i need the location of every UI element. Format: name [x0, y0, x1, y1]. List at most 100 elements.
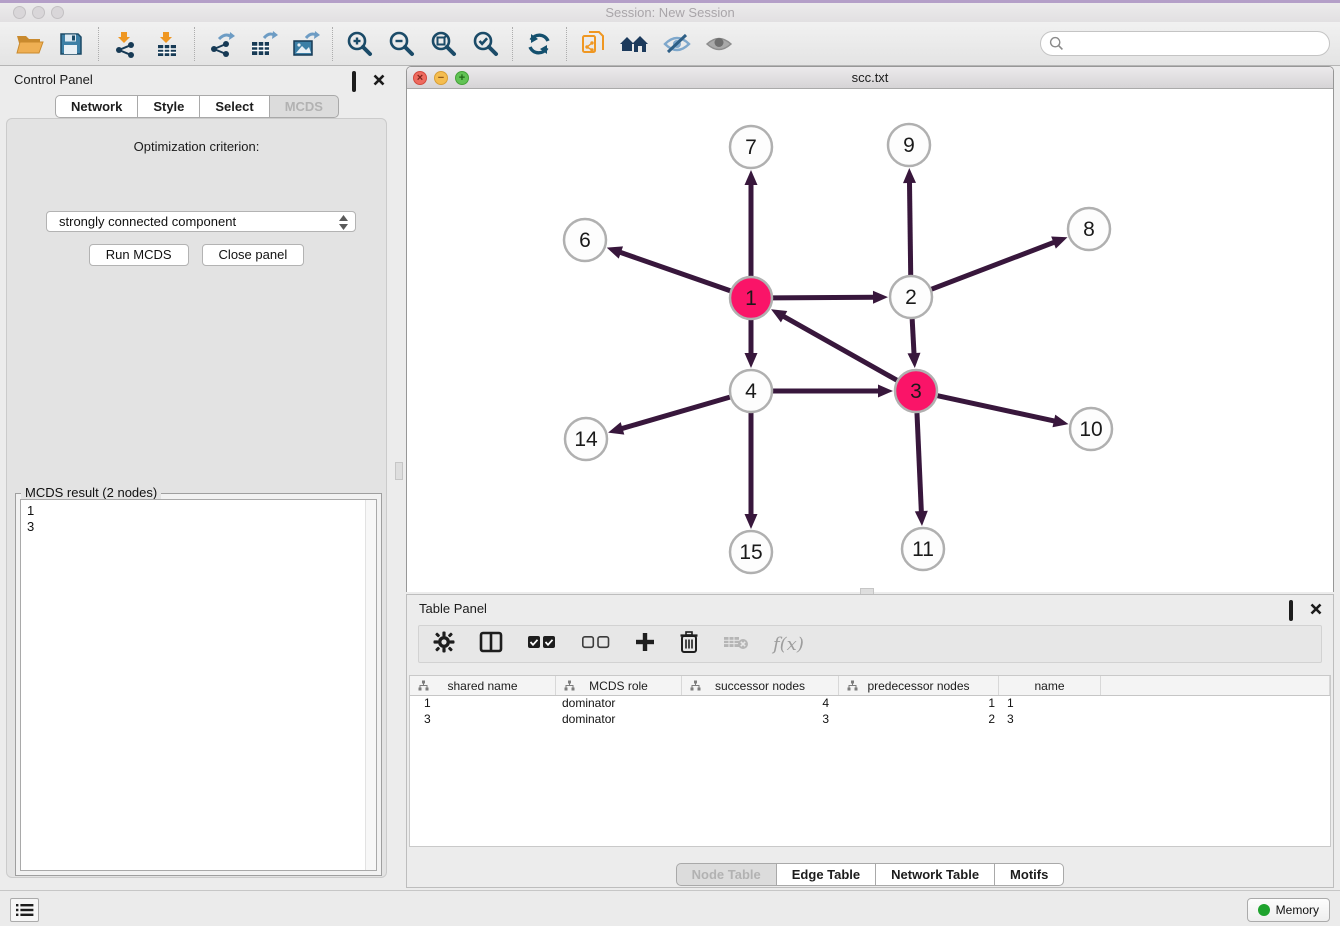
graph-node-label: 4	[745, 380, 757, 403]
table-cell[interactable]: dominator	[556, 712, 682, 728]
network-window-titlebar[interactable]: × − + scc.txt	[407, 67, 1333, 89]
clone-network-icon[interactable]	[576, 27, 610, 61]
table-cell[interactable]: 3	[682, 712, 839, 728]
hierarchy-icon	[418, 680, 429, 691]
zoom-in-icon[interactable]	[342, 27, 376, 61]
graph-edge-4-14[interactable]	[621, 397, 730, 429]
export-image-icon[interactable]	[288, 27, 322, 61]
table-cell[interactable]: 4	[682, 696, 839, 712]
graph-node-label: 9	[903, 134, 915, 157]
table-cell[interactable]: 1	[839, 696, 999, 712]
tab-mcds[interactable]: MCDS	[269, 95, 339, 118]
graph-node-label: 1	[745, 287, 757, 310]
tab-node-table[interactable]: Node Table	[676, 863, 777, 886]
table-tabs: Node Table Edge Table Network Table Moti…	[407, 863, 1333, 886]
float-panel-icon[interactable]	[352, 73, 364, 85]
graph-edge-arrowhead	[1051, 236, 1067, 248]
zoom-out-icon[interactable]	[384, 27, 418, 61]
show-all-eye-icon[interactable]	[702, 27, 736, 61]
hierarchy-icon	[847, 680, 858, 691]
column-header-name[interactable]: name	[999, 676, 1101, 695]
tab-network-table[interactable]: Network Table	[875, 863, 995, 886]
table-cell[interactable]: 1	[999, 696, 1101, 712]
hierarchy-icon	[564, 680, 575, 691]
vertical-splitter-handle[interactable]	[395, 462, 403, 480]
close-table-panel-icon[interactable]	[1310, 602, 1322, 614]
close-panel-button[interactable]: Close panel	[202, 244, 305, 266]
graph-node-label: 2	[905, 286, 917, 309]
toolbar-separator	[566, 27, 567, 61]
graph-edge-2-3[interactable]	[912, 319, 914, 355]
memory-status-dot	[1258, 904, 1270, 916]
column-header-mcds-role[interactable]: MCDS role	[556, 676, 682, 695]
import-network-icon[interactable]	[108, 27, 142, 61]
run-mcds-button[interactable]: Run MCDS	[89, 244, 189, 266]
search-input[interactable]	[1069, 36, 1329, 51]
column-header-successor-nodes[interactable]: successor nodes	[682, 676, 839, 695]
application-window: Session: New Session	[0, 0, 1340, 926]
graph-edge-arrowhead	[907, 353, 920, 368]
toolbar-separator	[98, 27, 99, 61]
tab-edge-table[interactable]: Edge Table	[776, 863, 876, 886]
save-session-icon[interactable]	[54, 27, 88, 61]
mcds-result-scrollbar[interactable]	[365, 500, 376, 870]
main-toolbar	[0, 22, 1340, 66]
table-cell[interactable]: 1	[410, 696, 556, 712]
table-cell[interactable]: 3	[410, 712, 556, 728]
hierarchy-icon	[690, 680, 701, 691]
graph-edge-2-8[interactable]	[932, 242, 1056, 289]
macos-titlebar: Session: New Session	[0, 3, 1340, 22]
home-view-icon[interactable]	[618, 27, 652, 61]
float-table-panel-icon[interactable]	[1289, 602, 1301, 614]
graph-edge-2-9[interactable]	[909, 181, 910, 275]
delete-column-trash-icon[interactable]	[679, 631, 699, 658]
column-header-predecessor-nodes[interactable]: predecessor nodes	[839, 676, 999, 695]
window-title: Session: New Session	[0, 5, 1340, 20]
select-all-columns-icon[interactable]	[527, 634, 557, 655]
column-header-shared-name[interactable]: shared name	[410, 676, 556, 695]
control-panel-title: Control Panel	[14, 72, 93, 87]
zoom-fit-icon[interactable]	[426, 27, 460, 61]
network-canvas[interactable]: 7968124314101511	[407, 89, 1333, 592]
graph-edge-arrowhead	[608, 422, 624, 434]
zoom-selected-icon[interactable]	[468, 27, 502, 61]
graph-edge-1-6[interactable]	[619, 252, 730, 291]
add-column-plus-icon[interactable]	[635, 632, 655, 657]
graph-edge-arrowhead	[878, 385, 893, 398]
criterion-select[interactable]: strongly connected component	[46, 211, 356, 232]
memory-button[interactable]: Memory	[1247, 898, 1330, 922]
export-table-icon[interactable]	[246, 27, 280, 61]
graph-node-label: 7	[745, 136, 757, 159]
function-builder-icon-disabled: f(x)	[773, 634, 804, 655]
search-box[interactable]	[1040, 31, 1330, 56]
tab-motifs[interactable]: Motifs	[994, 863, 1064, 886]
import-table-icon[interactable]	[150, 27, 184, 61]
table-row[interactable]: 1dominator411	[410, 696, 1330, 712]
table-cell[interactable]: 3	[999, 712, 1101, 728]
tab-network[interactable]: Network	[55, 95, 138, 118]
hide-selected-eye-slash-icon[interactable]	[660, 27, 694, 61]
close-panel-icon[interactable]	[373, 73, 385, 85]
delete-table-icon-disabled	[723, 633, 749, 656]
graph-edge-3-11[interactable]	[917, 413, 921, 513]
export-network-icon[interactable]	[204, 27, 238, 61]
table-row[interactable]: 3dominator323	[410, 712, 1330, 728]
task-history-button[interactable]	[10, 898, 39, 922]
open-file-icon[interactable]	[12, 27, 46, 61]
graph-edge-3-1[interactable]	[782, 316, 896, 381]
show-columns-icon[interactable]	[479, 631, 503, 658]
graph-edge-1-2[interactable]	[773, 297, 875, 298]
apply-layout-icon[interactable]	[522, 27, 556, 61]
table-cell[interactable]: dominator	[556, 696, 682, 712]
graph-edge-3-10[interactable]	[937, 396, 1055, 422]
table-toolbar: f(x)	[418, 625, 1322, 663]
graph-edge-arrowhead	[745, 170, 758, 185]
tab-style[interactable]: Style	[137, 95, 200, 118]
table-options-gear-icon[interactable]	[433, 631, 455, 658]
network-window-title: scc.txt	[407, 70, 1333, 85]
tab-select[interactable]: Select	[199, 95, 269, 118]
node-table: shared name MCDS role successor nodes pr…	[409, 675, 1331, 847]
mcds-result-text[interactable]: 1 3	[20, 499, 377, 871]
table-cell[interactable]: 2	[839, 712, 999, 728]
deselect-all-columns-icon[interactable]	[581, 634, 611, 655]
